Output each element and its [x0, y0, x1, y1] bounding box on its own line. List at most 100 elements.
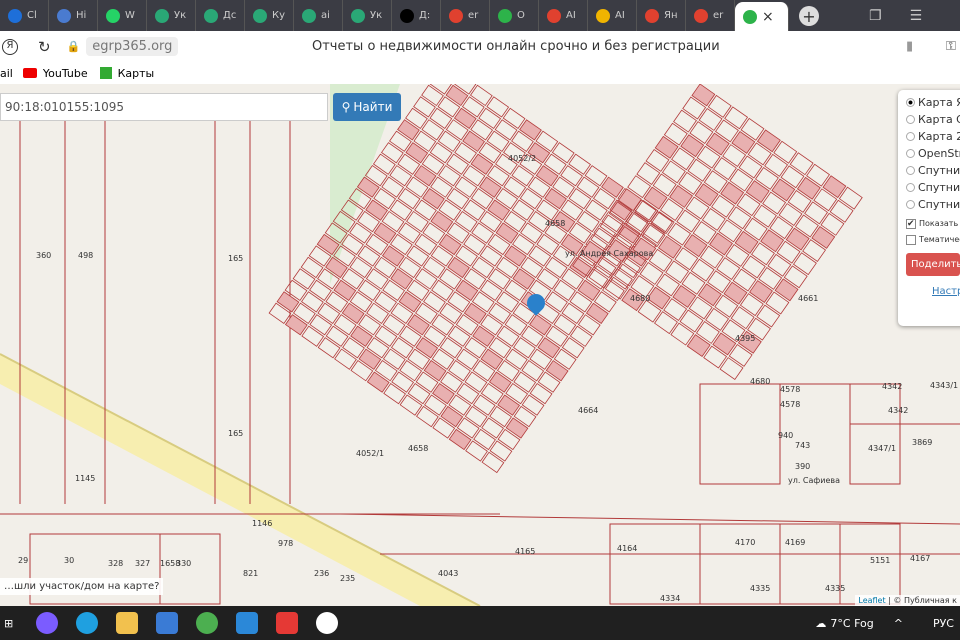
parcel	[494, 119, 518, 141]
browser-tab[interactable]: er	[441, 0, 490, 31]
parcel-label: 743	[795, 441, 811, 450]
find-button[interactable]: ⚲ Найти	[333, 93, 401, 121]
edge-icon[interactable]	[76, 612, 99, 634]
yandex-browser-icon[interactable]	[316, 612, 339, 634]
tab-favicon-icon	[8, 8, 22, 23]
browser-tab[interactable]: Ук	[343, 0, 392, 31]
browser-tab[interactable]: Ук	[147, 0, 196, 31]
browser-tab[interactable]: er	[686, 0, 735, 31]
mail-icon[interactable]	[236, 612, 259, 634]
parcel-label: ул. Андрея Сахарова	[565, 249, 654, 258]
parcel	[350, 325, 373, 347]
collections-icon[interactable]: ❐	[869, 8, 882, 24]
active-tab[interactable]: ×	[735, 2, 789, 31]
layer-option[interactable]: Спутник Google	[906, 179, 960, 196]
yandex-icon[interactable]: Я	[2, 38, 18, 55]
browser-tab[interactable]: AI	[539, 0, 588, 31]
thematic-checkbox[interactable]: Тематические	[906, 235, 960, 245]
parcel	[397, 188, 421, 210]
page-title: Отчеты о недвижимости онлайн срочно и бе…	[312, 39, 720, 54]
parcel	[489, 440, 513, 462]
parcel	[381, 176, 405, 198]
parcel	[422, 188, 445, 210]
layer-option[interactable]: Спутник Bing	[906, 196, 960, 213]
close-tab-icon[interactable]: ×	[762, 9, 774, 25]
parcel	[423, 291, 446, 313]
layer-switcher: Карта ЯндексКарта GoogleКарта 2ГИСOpenSt…	[898, 90, 960, 326]
layer-option[interactable]: Карта 2ГИС	[906, 128, 960, 145]
parcel	[481, 451, 505, 474]
show-borders-checkbox[interactable]: ✔Показать границы	[906, 219, 960, 229]
parcel-label: 4661	[798, 294, 819, 303]
menu-icon[interactable]: ☰	[910, 8, 923, 24]
weather-text[interactable]: 7°C Fog	[830, 617, 873, 630]
browser-tab[interactable]: ai	[294, 0, 343, 31]
keyboard-language[interactable]: РУС	[933, 617, 954, 630]
browser-tab[interactable]: Д:	[392, 0, 441, 31]
layer-option[interactable]: Спутник Яндекс	[906, 162, 960, 179]
browser-tab[interactable]: Ку	[245, 0, 294, 31]
settings-link[interactable]: Настройки	[932, 286, 960, 297]
parcel	[511, 199, 535, 221]
layer-option[interactable]: Карта Google	[906, 111, 960, 128]
url-domain[interactable]: egrp365.org	[86, 37, 179, 56]
bookmark-youtube[interactable]: YouTube	[43, 67, 88, 80]
parcel	[334, 348, 357, 370]
browser-tab[interactable]: Cl	[0, 0, 49, 31]
layer-option[interactable]: OpenStreetMap	[906, 145, 960, 162]
store-icon[interactable]	[156, 612, 179, 634]
parcel	[381, 245, 405, 267]
parcel-label: 4342	[882, 382, 903, 391]
parcel-label: 390	[795, 462, 811, 471]
bookmark-maps[interactable]: Карты	[118, 67, 155, 80]
report-missing-prompt[interactable]: …шли участок/дом на карте?	[0, 578, 164, 595]
parcel	[503, 176, 527, 198]
yandex-icon[interactable]	[276, 612, 299, 634]
new-tab-button[interactable]: +	[799, 6, 819, 26]
parcel	[309, 314, 333, 336]
parcel-grid	[268, 84, 673, 474]
leaflet-link[interactable]: Leaflet	[858, 596, 885, 605]
reload-icon[interactable]: ↻	[38, 38, 51, 56]
tray-chevron-icon[interactable]: ^	[894, 617, 903, 630]
parcel	[446, 188, 470, 210]
parcel	[349, 256, 373, 279]
parcel	[439, 302, 463, 324]
bookmark-mail[interactable]: ail	[0, 67, 13, 80]
parcel	[397, 119, 420, 141]
parcel	[374, 291, 397, 313]
chrome-icon[interactable]	[196, 612, 219, 634]
parcel	[481, 417, 504, 439]
parcel	[584, 199, 608, 221]
parcel	[437, 130, 461, 152]
parcel	[479, 245, 503, 267]
parcel	[423, 360, 447, 382]
browser-tab[interactable]: Дс	[196, 0, 245, 31]
share-button[interactable]: Поделиться	[906, 253, 960, 276]
parcel	[519, 119, 542, 141]
browser-tab[interactable]: Ян	[637, 0, 686, 31]
parcel	[380, 142, 404, 164]
task-view-icon[interactable]: ⊞	[4, 617, 13, 630]
browser-tab[interactable]: Hi	[49, 0, 98, 31]
parcel	[390, 268, 414, 290]
map-canvas[interactable]: 4052/2 4658 ул. Андрея Сахарова 4680 4395 468…	[0, 84, 960, 606]
explorer-icon[interactable]	[116, 612, 139, 634]
parcel	[429, 107, 453, 129]
cadastral-search-input[interactable]: 90:18:010155:1095	[0, 93, 328, 121]
layer-option[interactable]: Карта Яндекс	[906, 94, 960, 111]
bookmark-icon[interactable]: ▮	[906, 39, 913, 54]
parcel-label: 360	[36, 251, 52, 260]
parcel	[365, 199, 388, 221]
parcel-label: 165	[228, 254, 244, 263]
browser-tab[interactable]: AI	[588, 0, 637, 31]
alice-icon[interactable]	[36, 612, 59, 634]
key-icon[interactable]: ⚿	[946, 39, 956, 54]
parcel	[488, 371, 512, 393]
parcel	[414, 233, 438, 256]
parcel-border	[849, 383, 901, 485]
parcel-label: 235	[340, 574, 356, 583]
browser-tab[interactable]: W	[98, 0, 147, 31]
tab-favicon-icon	[743, 9, 757, 24]
browser-tab[interactable]: О	[490, 0, 539, 31]
